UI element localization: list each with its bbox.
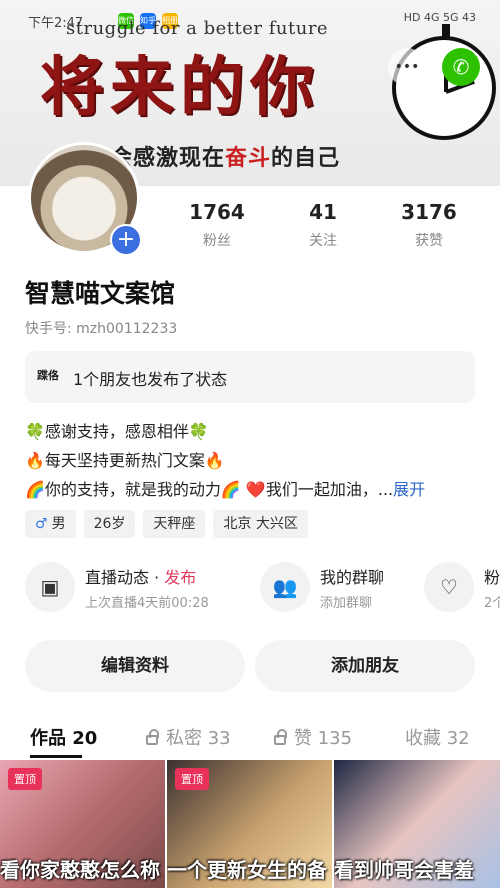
tab-liked[interactable]: 赞 135 xyxy=(274,724,352,750)
tag-age: 26岁 xyxy=(83,510,136,538)
stat-followers[interactable]: 1764 粉丝 xyxy=(172,200,262,250)
tab-private[interactable]: 私密 33 xyxy=(146,724,231,750)
tab-works[interactable]: 作品 20 xyxy=(30,724,97,750)
stat-label: 获赞 xyxy=(415,233,443,249)
tab-label: 作品 xyxy=(30,728,66,749)
tab-count: 135 xyxy=(317,728,353,749)
wechat-share-icon[interactable]: ✆ xyxy=(442,48,480,86)
friend-status-text: 1个朋友也发布了状态 xyxy=(73,370,228,389)
lock-icon xyxy=(146,729,159,745)
live-updates-entry[interactable]: ▣ 直播动态 · 发布 上次直播4天前00:28 xyxy=(25,560,245,616)
live-subtitle: 上次直播4天前00:28 xyxy=(85,596,209,611)
heart-handshake-icon: ♡ xyxy=(424,562,474,612)
tab-count: 20 xyxy=(72,728,98,749)
video-thumbnail[interactable]: 置顶 看你家憨憨怎么称 xyxy=(0,760,165,888)
fans-group-entry[interactable]: ♡ 粉 2个 xyxy=(424,560,500,616)
group-chat-entry[interactable]: 👥 我的群聊 添加群聊 xyxy=(260,560,420,616)
tab-label: 收藏 xyxy=(405,728,441,749)
more-options-icon[interactable]: ••• xyxy=(388,48,426,86)
tab-favorites[interactable]: 收藏 32 xyxy=(405,724,470,750)
bio-line-1: 🍀感谢支持，感恩相伴🍀 xyxy=(25,422,209,441)
bio-line-3-text: 🌈你的支持，就是我的动力🌈 ❤️我们一起加油，... xyxy=(25,480,394,499)
video-caption: 看到帅哥会害羞 xyxy=(334,858,474,882)
video-caption: 一个更新女生的备 xyxy=(167,858,327,882)
friend-status-card[interactable]: 蹀佫 1个朋友也发布了状态 xyxy=(25,351,475,403)
banner-sub-highlight: 奋斗 xyxy=(225,146,272,171)
tag-zodiac: 天秤座 xyxy=(143,510,206,538)
tab-label: 赞 xyxy=(294,728,312,749)
kuaishou-id[interactable]: 快手号: mzh00112233 xyxy=(25,318,177,338)
fans-title: 粉 xyxy=(484,568,500,587)
tag-gender: ♂ 男 xyxy=(25,510,76,538)
banner-tagline: struggle for a better future xyxy=(66,18,329,39)
banner-headline: 将来的你 xyxy=(40,51,320,125)
bio-expand-link[interactable]: 展开 xyxy=(393,480,425,499)
friend-status-icon: 蹀佫 xyxy=(37,369,59,382)
banner-sub-after: 的自己 xyxy=(271,146,341,171)
tab-count: 33 xyxy=(207,728,231,749)
live-title: 直播动态 · 发布 xyxy=(85,564,196,588)
stat-value: 41 xyxy=(309,200,337,224)
video-thumbnail[interactable]: 看到帅哥会害羞 xyxy=(334,760,500,888)
pinned-badge: 置顶 xyxy=(175,768,209,790)
stat-label: 粉丝 xyxy=(203,233,231,249)
stat-value: 1764 xyxy=(189,200,245,224)
group-title: 我的群聊 xyxy=(320,568,385,587)
stat-likes[interactable]: 3176 获赞 xyxy=(384,200,474,250)
banner-subtitle: 会感激现在奋斗的自己 xyxy=(110,140,340,172)
live-title-text: 直播动态 xyxy=(85,568,150,587)
tab-count: 32 xyxy=(446,728,470,749)
male-icon: ♂ xyxy=(35,516,48,532)
tag-label: 男 xyxy=(51,516,66,532)
lock-icon xyxy=(274,729,287,745)
edit-profile-button[interactable]: 编辑资料 xyxy=(25,640,245,692)
video-thumbnail[interactable]: 置顶 一个更新女生的备 xyxy=(167,760,332,888)
add-avatar-icon[interactable]: + xyxy=(110,224,142,256)
active-tab-indicator xyxy=(30,755,82,758)
stat-following[interactable]: 41 关注 xyxy=(278,200,368,250)
tab-label: 私密 xyxy=(166,728,202,749)
stat-label: 关注 xyxy=(309,233,337,249)
profile-tags: ♂ 男 26岁 天秤座 北京 大兴区 xyxy=(25,510,308,538)
calendar-play-icon: ▣ xyxy=(25,562,75,612)
bio-line-2: 🔥每天坚持更新热门文案🔥 xyxy=(25,451,225,470)
status-indicators: HD 4G 5G 43 xyxy=(403,11,476,24)
tag-location: 北京 大兴区 xyxy=(213,510,308,538)
users-icon: 👥 xyxy=(260,562,310,612)
group-subtitle: 添加群聊 xyxy=(320,596,373,611)
bio-line-3: 🌈你的支持，就是我的动力🌈 ❤️我们一起加油，...展开 xyxy=(25,478,485,502)
fans-subtitle: 2个 xyxy=(484,596,500,611)
profile-name: 智慧喵文案馆 xyxy=(25,279,176,308)
pinned-badge: 置顶 xyxy=(8,768,42,790)
stat-value: 3176 xyxy=(401,200,457,224)
live-title-dot: · xyxy=(149,568,165,587)
video-caption: 看你家憨憨怎么称 xyxy=(0,858,160,882)
publish-link[interactable]: 发布 xyxy=(164,568,196,587)
add-friend-button[interactable]: 添加朋友 xyxy=(255,640,475,692)
